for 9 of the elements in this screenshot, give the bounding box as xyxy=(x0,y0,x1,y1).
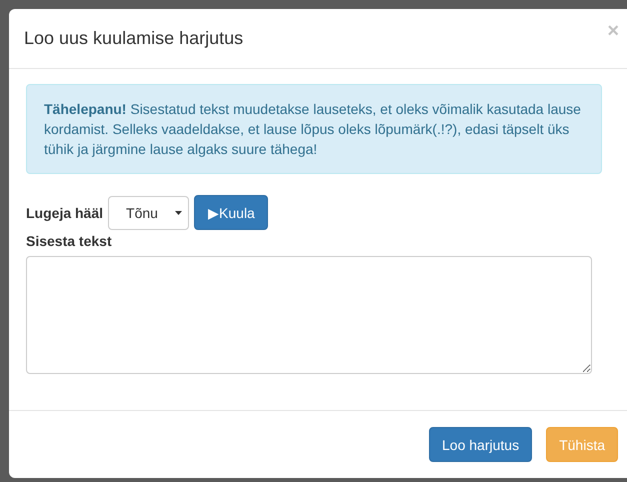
voice-label: Lugeja hääl xyxy=(26,204,104,220)
play-button[interactable]: ▶Kuula xyxy=(194,195,268,230)
dialog-title: Loo uus kuulamise harjutus xyxy=(24,28,244,49)
create-button[interactable]: Loo harjutus xyxy=(429,427,532,462)
caret-icon xyxy=(175,210,182,214)
info-alert: Tähelepanu! Sisestatud tekst muudetakse lauseteks, et oleks võimalik kasutada lause kordamist. Selleks vaadeldakse, et lause lõpus oleks lõpumärk(.!?), edasi täpselt üks tühik ja järgmine lause algaks suure tähega! xyxy=(26,84,602,174)
voice-select[interactable]: Tõnu xyxy=(108,196,190,230)
text-input-field[interactable] xyxy=(26,256,592,374)
text-label: Sisesta tekst xyxy=(26,233,112,249)
